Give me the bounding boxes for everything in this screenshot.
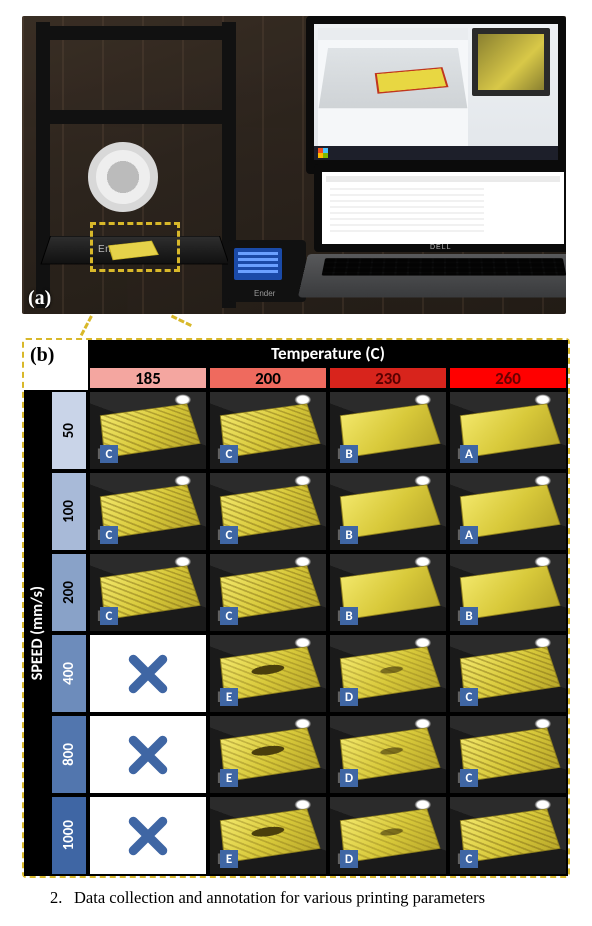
sample-cell: DVB — [328, 471, 448, 552]
sample-cell: DVB — [448, 552, 568, 633]
callout-connector — [22, 314, 566, 338]
desktop-monitor — [306, 16, 566, 174]
grade-badge: C — [220, 445, 238, 463]
printer-lcd-icon — [234, 248, 282, 280]
temp-column-230: 230 — [328, 366, 448, 390]
cross-icon — [126, 814, 170, 858]
grade-badge: D — [340, 688, 358, 706]
grade-badge: B — [460, 607, 478, 625]
sample-cell: DVE — [208, 633, 328, 714]
sample-cell: DVD — [328, 795, 448, 876]
speed-header: SPEED (mm/s) — [24, 390, 50, 876]
figure-caption: 2. Data collection and annotation for va… — [22, 878, 570, 909]
sample-cell: DVC — [208, 552, 328, 633]
panel-b-label: (b) — [24, 340, 88, 390]
sample-cell: DVC — [208, 471, 328, 552]
caption-text: Data collection and annotation for vario… — [74, 888, 485, 907]
temperature-header: Temperature (C) — [88, 340, 568, 366]
panel-a-label: (a) — [28, 287, 51, 310]
grade-badge: E — [220, 850, 238, 868]
sample-cell: DVE — [208, 795, 328, 876]
sample-failed — [88, 714, 208, 795]
speed-row-400: 400 — [50, 633, 88, 714]
grade-badge: A — [460, 445, 478, 463]
sample-cell: DVC — [448, 714, 568, 795]
temp-column-185: 185 — [88, 366, 208, 390]
grade-badge: C — [100, 526, 118, 544]
sample-cell: DVA — [448, 471, 568, 552]
speed-row-100: 100 — [50, 471, 88, 552]
sample-cell: DVB — [328, 552, 448, 633]
windows-taskbar — [314, 146, 558, 160]
speed-row-50: 50 — [50, 390, 88, 471]
panel-b-table: (b) Temperature (C) 185 200 230 260 SPEE… — [22, 338, 570, 878]
grade-badge: E — [220, 769, 238, 787]
printer-brand-label: Ender — [254, 289, 275, 298]
grade-badge: D — [340, 850, 358, 868]
printer-3d: Ender Ender — [28, 22, 278, 308]
grade-badge: D — [340, 769, 358, 787]
speed-row-1000: 1000 — [50, 795, 88, 876]
speed-row-200: 200 — [50, 552, 88, 633]
grade-badge: C — [100, 445, 118, 463]
grade-badge: B — [340, 607, 358, 625]
sample-cell: DVC — [448, 795, 568, 876]
laptop-keyboard — [298, 254, 566, 297]
temp-column-200: 200 — [208, 366, 328, 390]
laptop: DELL — [308, 164, 566, 312]
laptop-brand-label: DELL — [430, 244, 452, 251]
grade-badge: C — [460, 850, 478, 868]
grade-badge: C — [100, 607, 118, 625]
temp-column-260: 260 — [448, 366, 568, 390]
speed-row-800: 800 — [50, 714, 88, 795]
grade-badge: E — [220, 688, 238, 706]
sample-cell: DVC — [88, 390, 208, 471]
code-editor-window — [322, 172, 564, 244]
callout-box-icon — [90, 222, 180, 272]
grade-badge: B — [340, 526, 358, 544]
slicer-window — [318, 28, 468, 156]
grade-badge: B — [340, 445, 358, 463]
sample-cell: DVB — [328, 390, 448, 471]
sample-cell: DVC — [88, 471, 208, 552]
sample-cell: DVC — [88, 552, 208, 633]
printer-controller: Ender — [228, 240, 306, 302]
camera-preview-window — [472, 28, 550, 96]
filament-spool-icon — [88, 142, 158, 212]
cross-icon — [126, 652, 170, 696]
grade-badge: C — [460, 688, 478, 706]
sample-cell: DVC — [208, 390, 328, 471]
caption-number: 2. — [50, 888, 62, 907]
sample-cell: DVA — [448, 390, 568, 471]
sample-failed — [88, 795, 208, 876]
sample-cell: DVD — [328, 714, 448, 795]
panel-a-photo: Ender Ender DELL — [22, 16, 566, 314]
grade-badge: C — [460, 769, 478, 787]
sample-cell: DVE — [208, 714, 328, 795]
sample-failed — [88, 633, 208, 714]
cross-icon — [126, 733, 170, 777]
grade-badge: C — [220, 607, 238, 625]
sample-cell: DVD — [328, 633, 448, 714]
sample-cell: DVC — [448, 633, 568, 714]
grade-badge: C — [220, 526, 238, 544]
grade-badge: A — [460, 526, 478, 544]
